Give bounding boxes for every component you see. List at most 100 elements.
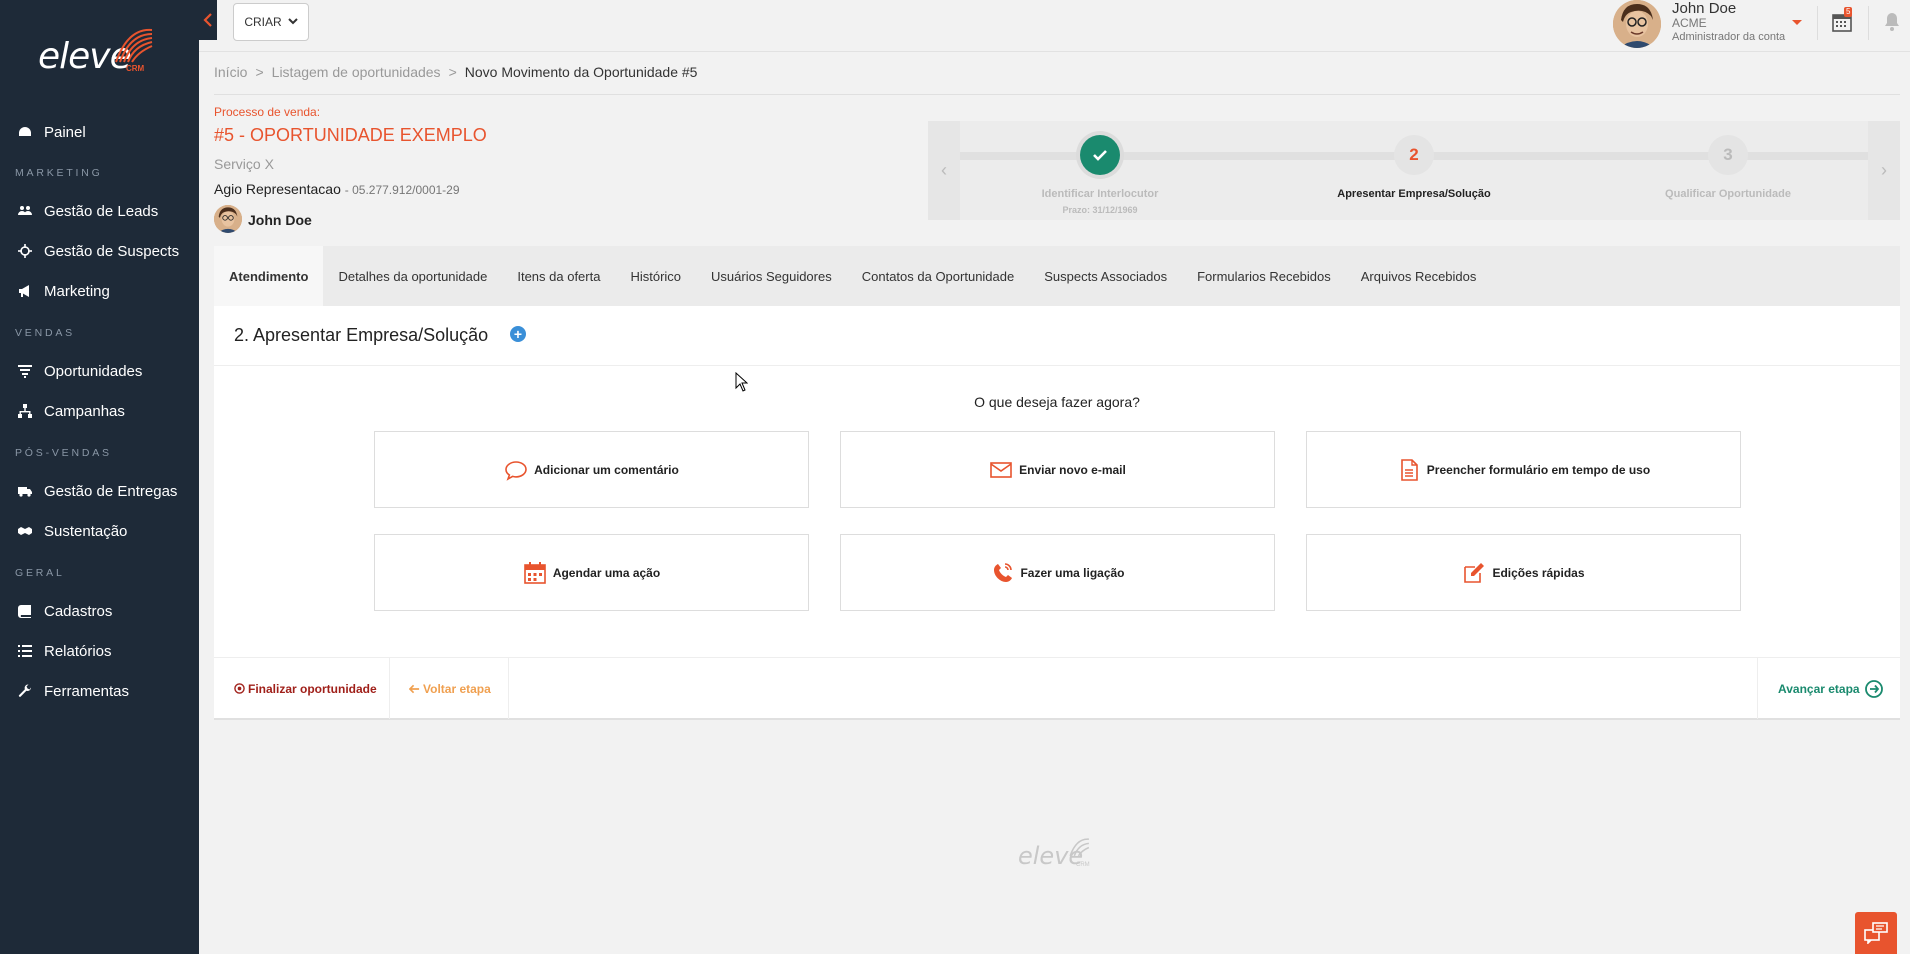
sidebar-item-oportunidades[interactable]: Oportunidades — [0, 353, 199, 389]
back-label: Voltar etapa — [423, 681, 491, 696]
chevron-right-icon: › — [1881, 160, 1887, 180]
step-1-deadline: Prazo: 31/12/1969 — [1062, 205, 1138, 215]
breadcrumb-list[interactable]: Listagem de oportunidades — [272, 64, 441, 80]
document-icon — [1400, 458, 1418, 481]
sidebar-item-label: Relatórios — [44, 642, 112, 660]
breadcrumb-home[interactable]: Início — [214, 64, 247, 80]
breadcrumb-current: Novo Movimento da Oportunidade #5 — [464, 64, 698, 80]
sidebar-item-label: Painel — [44, 123, 86, 141]
back-stage-button[interactable]: Voltar etapa — [409, 658, 491, 719]
sidebar-item-label: Cadastros — [44, 602, 113, 620]
user-avatar[interactable] — [1613, 0, 1661, 48]
sidebar-item-painel[interactable]: Painel — [0, 114, 199, 150]
divider — [508, 658, 509, 719]
step-1-label: Identificar Interlocutor — [1041, 188, 1159, 200]
chat-icon — [1864, 922, 1888, 944]
make-call-button[interactable]: Fazer uma ligação — [840, 534, 1275, 611]
schedule-action-button[interactable]: Agendar uma ação — [374, 534, 809, 611]
action-label: Enviar novo e-mail — [1019, 462, 1126, 477]
chevron-down-icon — [287, 18, 298, 25]
sidebar-item-label: Ferramentas — [44, 682, 130, 700]
finalize-opportunity-button[interactable]: Finalizar oportunidade — [234, 658, 377, 719]
user-menu-caret-icon[interactable] — [1792, 20, 1802, 25]
sidebar-item-ferramentas[interactable]: Ferramentas — [0, 673, 199, 709]
stepper-prev-button[interactable]: ‹ — [928, 121, 960, 220]
create-button[interactable]: CRIAR — [233, 3, 309, 41]
process-label: Processo de venda: — [214, 105, 321, 119]
tab-historico[interactable]: Histórico — [615, 246, 696, 306]
eleve-logo[interactable]: eleve CRM — [38, 24, 158, 79]
sidebar-item-marketing[interactable]: Marketing — [0, 273, 199, 309]
sidebar: eleve CRM Painel MARKETING Gestão de Lea… — [0, 0, 199, 954]
sidebar-item-label: Gestão de Leads — [44, 202, 159, 220]
check-icon — [1093, 150, 1107, 161]
step-3-circle[interactable]: 3 — [1708, 135, 1748, 175]
sidebar-item-gestao-suspects[interactable]: Gestão de Suspects — [0, 233, 199, 269]
opportunity-tabs: Atendimento Detalhes da oportunidade Ite… — [214, 246, 1900, 306]
owner-name: John Doe — [248, 212, 312, 228]
book-icon — [18, 604, 32, 618]
calendar-icon — [524, 561, 546, 584]
sidebar-section-pos-vendas: PÓS-VENDAS — [15, 447, 112, 459]
dashboard-icon — [18, 125, 32, 139]
chat-button[interactable] — [1855, 912, 1897, 954]
sidebar-item-gestao-entregas[interactable]: Gestão de Entregas — [0, 473, 199, 509]
chevron-left-icon — [203, 13, 212, 27]
add-icon[interactable]: + — [510, 326, 526, 342]
divider — [389, 658, 390, 719]
breadcrumb: Início > Listagem de oportunidades > Novo Mo… — [214, 64, 698, 80]
sidebar-item-campanhas[interactable]: Campanhas — [0, 393, 199, 429]
sidebar-item-label: Oportunidades — [44, 362, 143, 380]
step-2-circle[interactable]: 2 — [1394, 135, 1434, 175]
divider — [214, 365, 1900, 366]
chevron-left-icon: ‹ — [941, 160, 947, 180]
sidebar-item-gestao-leads[interactable]: Gestão de Leads — [0, 193, 199, 229]
sitemap-icon — [18, 404, 32, 418]
sidebar-item-relatorios[interactable]: Relatórios — [0, 633, 199, 669]
stepper-next-button[interactable]: › — [1868, 121, 1900, 220]
sidebar-item-cadastros[interactable]: Cadastros — [0, 593, 199, 629]
action-label: Fazer uma ligação — [1020, 565, 1125, 580]
company-cnpj: - 05.277.912/0001-29 — [344, 183, 460, 197]
sidebar-item-label: Marketing — [44, 282, 110, 300]
action-label: Adicionar um comentário — [534, 462, 679, 477]
send-email-button[interactable]: Enviar novo e-mail — [840, 431, 1275, 508]
divider — [214, 94, 1900, 95]
edit-icon — [1464, 562, 1485, 583]
stop-circle-icon — [234, 683, 245, 694]
owner-avatar — [214, 205, 242, 233]
tab-contatos[interactable]: Contatos da Oportunidade — [847, 246, 1030, 306]
quick-edit-button[interactable]: Edições rápidas — [1306, 534, 1741, 611]
divider — [1757, 658, 1758, 719]
truck-icon — [18, 484, 32, 498]
arrow-left-icon — [409, 684, 420, 693]
action-label: Preencher formulário em tempo de uso — [1426, 462, 1651, 477]
tab-suspects[interactable]: Suspects Associados — [1029, 246, 1182, 306]
handshake-icon — [18, 524, 32, 538]
sidebar-item-sustentacao[interactable]: Sustentação — [0, 513, 199, 549]
panel-title: 2. Apresentar Empresa/Solução — [234, 325, 489, 345]
calendar-badge: 5 — [1844, 7, 1853, 17]
company-name[interactable]: Agio Representacao — [214, 181, 341, 197]
tab-formularios[interactable]: Formularios Recebidos — [1182, 246, 1346, 306]
advance-stage-button[interactable]: Avançar etapa — [1778, 658, 1883, 719]
panel-footer: Finalizar oportunidade Voltar etapa Avan… — [214, 657, 1900, 719]
tab-atendimento[interactable]: Atendimento — [214, 246, 324, 306]
sidebar-section-geral: GERAL — [15, 567, 65, 579]
divider — [1817, 6, 1818, 40]
bell-icon[interactable] — [1883, 12, 1901, 32]
add-comment-button[interactable]: Adicionar um comentário — [374, 431, 809, 508]
collapse-sidebar-button[interactable] — [199, 0, 217, 40]
topbar: CRIAR John Doe ACME Administrador da con… — [199, 0, 1910, 52]
step-1-circle[interactable] — [1080, 135, 1120, 175]
advance-label: Avançar etapa — [1778, 681, 1860, 696]
user-name[interactable]: John Doe — [1672, 0, 1736, 17]
tab-usuarios-seguidores[interactable]: Usuários Seguidores — [696, 246, 847, 306]
tab-arquivos[interactable]: Arquivos Recebidos — [1346, 246, 1492, 306]
fill-form-button[interactable]: Preencher formulário em tempo de uso — [1306, 431, 1741, 508]
mouse-cursor-icon — [735, 372, 748, 392]
tab-detalhes[interactable]: Detalhes da oportunidade — [323, 246, 502, 306]
list-icon — [18, 644, 32, 658]
sidebar-item-label: Gestão de Suspects — [44, 242, 180, 260]
tab-itens-oferta[interactable]: Itens da oferta — [502, 246, 615, 306]
